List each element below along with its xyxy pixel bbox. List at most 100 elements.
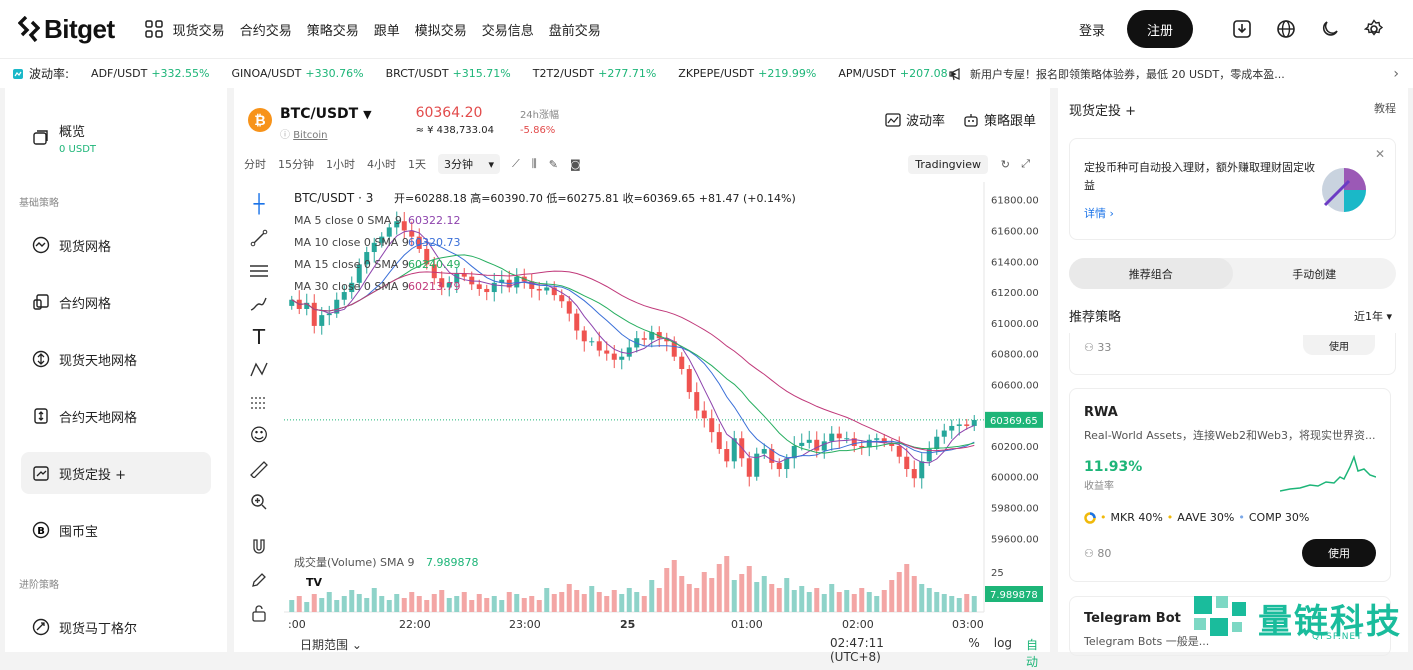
interval-1d[interactable]: 1天 (408, 156, 426, 172)
edit-lock-icon[interactable] (242, 563, 276, 596)
use-button[interactable]: 使用 (1302, 539, 1376, 567)
ticker-item[interactable]: APM/USDT +207.08 ▸ (838, 67, 956, 80)
log-toggle[interactable]: log (994, 636, 1012, 670)
volatility-button[interactable]: 波动率 (885, 110, 945, 129)
brush-icon[interactable] (242, 287, 276, 320)
nav-futures[interactable]: 合约交易 (240, 20, 292, 39)
volume-bar (634, 592, 640, 612)
ticker-item[interactable]: BRCT/USDT +315.71% (386, 67, 511, 80)
volume-bar (499, 600, 505, 612)
strategy-card-partial: ⚇ 33 使用 (1069, 333, 1396, 375)
register-button[interactable]: 注册 (1127, 10, 1193, 48)
sidebar-item-spot-grid[interactable]: 现货网格 (21, 224, 211, 266)
bitcoin-icon: ₿ (248, 108, 272, 132)
volume-bar (716, 564, 722, 612)
sidebar-item-spot-dca[interactable]: 现货定投 + (21, 452, 211, 494)
volume-bar (446, 598, 452, 612)
interval-15m[interactable]: 15分钟 (278, 156, 314, 172)
tab-recommended[interactable]: 推荐组合 (1069, 258, 1233, 289)
sidebar-item-futures-grid[interactable]: 合约网格 (21, 281, 211, 323)
nav-demo[interactable]: 模拟交易 (415, 20, 467, 39)
sparkline (1280, 455, 1376, 492)
sidebar-item-hodl[interactable]: B 囤币宝 (21, 509, 211, 551)
volume-bar (401, 598, 407, 612)
tutorial-link[interactable]: 教程 (1374, 100, 1396, 116)
pattern-icon[interactable] (242, 353, 276, 386)
dark-mode-moon-icon[interactable] (1317, 16, 1343, 42)
strategy-follow-button[interactable]: 策略跟单 (963, 110, 1036, 129)
sidebar-item-martingale[interactable]: 现货马丁格尔 (21, 606, 211, 648)
crosshair-icon[interactable]: ┼ (242, 188, 276, 221)
pct-toggle[interactable]: % (968, 636, 979, 670)
interval-tick[interactable]: 分时 (244, 156, 266, 172)
indicators-icon[interactable]: ⟋ (512, 157, 520, 171)
fullscreen-icon[interactable]: ⤢ (1021, 157, 1030, 171)
interval-4h[interactable]: 4小时 (367, 156, 396, 172)
settings-gear-icon[interactable] (1361, 16, 1387, 42)
nav-copy[interactable]: 跟单 (374, 20, 400, 39)
volume-bar (851, 594, 857, 612)
ticker-item[interactable]: T2T2/USDT +277.71% (533, 67, 657, 80)
main-menu: 现货交易 合约交易 策略交易 跟单 模拟交易 交易信息 盘前交易 (173, 20, 616, 39)
nav-strategy[interactable]: 策略交易 (307, 20, 359, 39)
candlestick-chart[interactable]: 61800.00 61600.00 61400.00 61200.00 61000.00… (284, 182, 1044, 632)
mode-tabs: 推荐组合 手动创建 (1069, 258, 1396, 289)
nav-info[interactable]: 交易信息 (482, 20, 534, 39)
sidebar-item-spot-infinity-grid[interactable]: 现货天地网格 (21, 338, 211, 380)
date-range[interactable]: 日期范围 ⌄ (300, 636, 362, 653)
pair-selector[interactable]: BTC/USDT ▼ (280, 106, 372, 122)
period-select[interactable]: 近1年 ▾ (1354, 308, 1392, 324)
candle-type-icon[interactable]: ⫼ (532, 157, 537, 171)
ticker-item[interactable]: ZKPEPE/USDT +219.99% (678, 67, 816, 80)
announcement[interactable]: 新用户专屋！报名即领策略体验券，最低 20 USDT，零成本盈... (948, 66, 1285, 82)
fib-lines-icon[interactable] (242, 254, 276, 287)
use-button[interactable]: 使用 (1303, 335, 1375, 355)
apps-grid-icon[interactable] (144, 20, 163, 38)
promo-details-link[interactable]: 详情 › (1084, 205, 1114, 221)
volume-bar (664, 568, 670, 612)
candle (844, 438, 850, 440)
interval-selected[interactable]: 3分钟 ▾ (438, 154, 501, 174)
projection-icon[interactable] (242, 386, 276, 419)
tradingview-toggle[interactable]: Tradingview (908, 154, 988, 174)
refresh-icon[interactable]: ↻ (1001, 158, 1010, 171)
nav-premarket[interactable]: 盘前交易 (549, 20, 601, 39)
sidebar-item-futures-infinity-grid[interactable]: 合约天地网格 (21, 395, 211, 437)
lock-icon[interactable] (242, 596, 276, 629)
candle (559, 295, 565, 302)
y-tick-label: 60600.00 (991, 380, 1039, 391)
strategy-card-rwa[interactable]: RWA Real-World Assets，连接Web2和Web3，将现实世界资… (1069, 388, 1391, 582)
ticker-item[interactable]: GINOA/USDT +330.76% (231, 67, 363, 80)
login-link[interactable]: 登录 (1079, 20, 1105, 39)
zoom-in-icon[interactable] (242, 485, 276, 518)
text-tool-icon[interactable]: T (242, 320, 276, 353)
sidebar-item-overview[interactable]: 概览 0 USDT (21, 112, 211, 164)
emoji-icon[interactable]: ☺ (242, 419, 276, 452)
download-icon[interactable] (1229, 16, 1255, 42)
volume-bar (319, 598, 325, 612)
y-tick-label: 59800.00 (991, 504, 1039, 515)
tab-manual[interactable]: 手动创建 (1233, 258, 1397, 289)
candle (709, 418, 715, 433)
auto-toggle[interactable]: 自动 (1026, 636, 1050, 670)
chevron-right-icon[interactable]: › (1393, 66, 1399, 82)
bitget-logo[interactable]: Bitget (18, 14, 115, 45)
coin-name[interactable]: ⓘ Bitcoin (280, 126, 372, 141)
draw-pencil-icon[interactable]: ✎ (549, 158, 558, 171)
candle (484, 288, 490, 293)
close-icon[interactable]: ✕ (1375, 147, 1385, 161)
ma-legend-value: 60322.12 (408, 214, 461, 227)
camera-icon[interactable]: ◙ (570, 158, 581, 171)
nav-spot[interactable]: 现货交易 (173, 20, 225, 39)
strategy-return: 11.93% (1084, 459, 1143, 475)
ticker-item[interactable]: ADF/USDT +332.55% (91, 67, 209, 80)
chart-toolbar: 分时 15分钟 1小时 4小时 1天 3分钟 ▾ ⟋ ⫼ ✎ ◙ Trading… (244, 154, 1044, 174)
magnet-icon[interactable] (242, 530, 276, 563)
ruler-icon[interactable] (242, 452, 276, 485)
candle (581, 330, 587, 342)
globe-icon[interactable] (1273, 16, 1299, 42)
strategy-desc: Real-World Assets，连接Web2和Web3，将现实世界资... (1084, 429, 1376, 442)
interval-1h[interactable]: 1小时 (326, 156, 355, 172)
trendline-icon[interactable] (242, 221, 276, 254)
market-header: ₿ BTC/USDT ▼ ⓘ Bitcoin 60364.20 ≈ ¥ 438,… (248, 98, 559, 141)
